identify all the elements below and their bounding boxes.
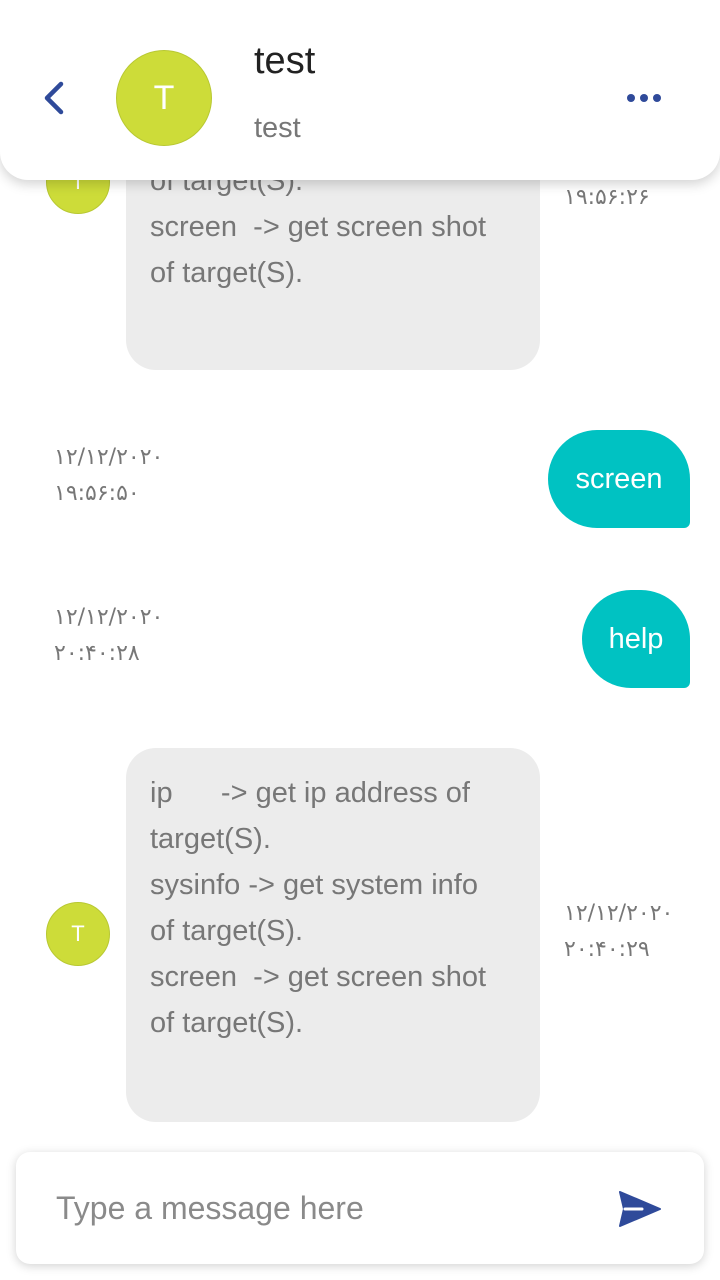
chat-header: T test test: [0, 0, 720, 180]
message-timestamp: ۱۹:۵۶:۲۶: [564, 180, 650, 216]
message-line: screen -> get screen shot: [150, 211, 487, 243]
message-line: screen -> get screen shot: [150, 961, 487, 993]
back-button[interactable]: [34, 76, 74, 120]
message-timestamp: ۱۲/۱۲/۲۰۲۰ ۱۹:۵۶:۵۰: [54, 440, 163, 512]
message-time: ۲۰:۴۰:۲۹: [564, 937, 650, 962]
more-horizontal-icon: [627, 94, 661, 102]
message-text: screen: [575, 462, 663, 495]
message-input[interactable]: [56, 1180, 576, 1236]
message-bubble[interactable]: screen: [548, 430, 690, 528]
message-timestamp: ۱۲/۱۲/۲۰۲۰ ۲۰:۴۰:۲۹: [564, 896, 673, 968]
message-bubble[interactable]: ip -> get ip address of target(S). sysin…: [126, 748, 540, 1122]
send-button[interactable]: [608, 1184, 672, 1234]
send-icon: [619, 1191, 661, 1227]
message-line: of target(S).: [150, 257, 304, 289]
message-bubble[interactable]: help: [582, 590, 690, 688]
contact-status: test: [254, 112, 301, 144]
message-text: help: [608, 622, 664, 655]
message-date: ۱۲/۱۲/۲۰۲۰: [54, 605, 164, 630]
message-line: target(S).: [150, 823, 271, 855]
message-time: ۲۰:۴۰:۲۸: [54, 641, 140, 666]
sender-avatar[interactable]: T: [46, 902, 110, 966]
message-composer: [16, 1152, 704, 1264]
avatar-initial: T: [153, 78, 175, 117]
message-timestamp: ۱۲/۱۲/۲۰۲۰ ۲۰:۴۰:۲۸: [54, 600, 163, 672]
message-date: ۱۲/۱۲/۲۰۲۰: [564, 901, 674, 926]
contact-avatar[interactable]: T: [116, 50, 212, 146]
message-time: ۱۹:۵۶:۲۶: [564, 185, 650, 210]
message-line: sysinfo -> get system info: [150, 869, 478, 901]
message-time: ۱۹:۵۶:۵۰: [54, 481, 140, 506]
contact-name: test: [254, 40, 316, 82]
avatar-initial: T: [71, 921, 85, 946]
message-line: of target(S).: [150, 915, 304, 947]
message-line: of target(S).: [150, 1007, 304, 1039]
message-line: ip -> get ip address of: [150, 777, 470, 809]
chat-screen: T of target(S). screen -> get screen sho…: [0, 0, 720, 1280]
more-options-button[interactable]: [620, 82, 668, 114]
message-date: ۱۲/۱۲/۲۰۲۰: [54, 445, 164, 470]
chevron-left-icon: [44, 81, 64, 115]
